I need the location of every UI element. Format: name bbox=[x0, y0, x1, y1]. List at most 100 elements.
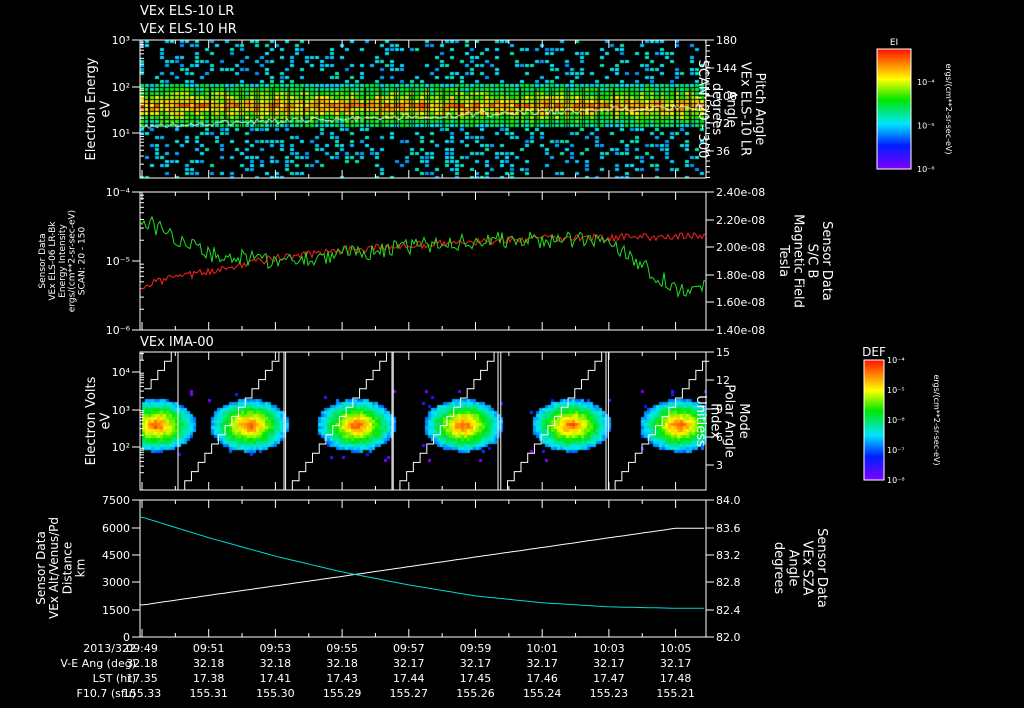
time-row-value: 32.17 bbox=[660, 657, 692, 670]
right-y-tick-label: 1.60e-08 bbox=[716, 296, 765, 309]
right-y-tick-label: 2.20e-08 bbox=[716, 214, 765, 227]
y-tick-label: 10⁴ bbox=[112, 366, 131, 379]
sza-line bbox=[139, 516, 704, 609]
time-row-value: 32.18 bbox=[326, 657, 358, 670]
plot-figure: VEx ELS-10 LR VEx ELS-10 HR VEx IMA-00 1… bbox=[34, 4, 953, 700]
right-y-tick-label: 2.00e-08 bbox=[716, 241, 765, 254]
y-tick-label: 10² bbox=[112, 81, 130, 94]
y-tick-label: 10¹ bbox=[112, 127, 130, 140]
panel3-ylabel: Electron VoltseV bbox=[84, 376, 113, 465]
time-row-value: 32.17 bbox=[393, 657, 425, 670]
panel-4-frame bbox=[139, 499, 707, 638]
time-row-value: 09:59 bbox=[460, 642, 492, 655]
time-row-value: 32.17 bbox=[593, 657, 625, 670]
altitude-line bbox=[139, 527, 704, 606]
panel-2-frame bbox=[139, 191, 707, 331]
colorbar-tick-label: 10⁻⁸ bbox=[887, 476, 905, 485]
time-row-value: 155.26 bbox=[456, 687, 495, 700]
colorbar-tick-label: 10⁻⁶ bbox=[887, 416, 905, 425]
magnetic-field-line bbox=[139, 215, 707, 299]
time-row-value: 155.24 bbox=[523, 687, 562, 700]
time-row-value: 09:57 bbox=[393, 642, 425, 655]
panel4-ylabel: Sensor DataVEx Alt/Venus/PdDistancekm bbox=[34, 517, 88, 619]
right-y-tick-label: 1.40e-08 bbox=[716, 324, 765, 337]
y-tick-label: 10⁻⁵ bbox=[106, 255, 130, 268]
panel-3-frame bbox=[139, 351, 707, 491]
colorbar-frame bbox=[863, 359, 885, 481]
y-tick-label: 1500 bbox=[102, 604, 130, 617]
right-y-tick-label: 82.8 bbox=[716, 576, 741, 589]
y-tick-label: 10⁻⁶ bbox=[106, 324, 131, 337]
time-row-value: 32.17 bbox=[526, 657, 558, 670]
time-row-value: 17.47 bbox=[593, 672, 625, 685]
time-row-value: 17.43 bbox=[326, 672, 358, 685]
panel2-ylabel: Sensor DataVEx ELS-06 LR-BkEnergy Intens… bbox=[38, 210, 88, 312]
y-tick-label: 3000 bbox=[102, 576, 130, 589]
colorbar-frame bbox=[876, 48, 912, 170]
right-y-tick-label: 144 bbox=[716, 62, 737, 75]
time-row-value: 32.17 bbox=[460, 657, 492, 670]
time-row-value: 09:51 bbox=[193, 642, 225, 655]
time-row-value: 155.23 bbox=[590, 687, 629, 700]
right-y-tick-label: 82.4 bbox=[716, 604, 741, 617]
colorbar-units: ergs/(cm**2-sr-sec-eV) bbox=[944, 63, 953, 154]
time-row-value: 09:53 bbox=[260, 642, 292, 655]
time-row-value: 155.30 bbox=[256, 687, 295, 700]
y-tick-label: 6000 bbox=[102, 522, 130, 535]
right-y-tick-label: 180 bbox=[716, 34, 737, 47]
y-tick-label: 10² bbox=[112, 441, 130, 454]
y-tick-label: 7500 bbox=[102, 494, 130, 507]
panel1-ylabel: Electron EnergyeV bbox=[84, 57, 113, 160]
y-tick-label: 10⁻⁴ bbox=[106, 186, 131, 199]
time-row-value: 09:49 bbox=[126, 642, 158, 655]
time-row-value: 17.38 bbox=[193, 672, 225, 685]
colorbar-tick-label: 10⁻⁵ bbox=[917, 122, 935, 131]
time-row-value: 17.44 bbox=[393, 672, 425, 685]
time-row-value: 155.29 bbox=[323, 687, 362, 700]
panel2-right-ylabel: Sensor DataS/C BMagnetic FieldTesla bbox=[776, 214, 834, 308]
right-y-tick-label: 84.0 bbox=[716, 494, 741, 507]
time-row-value: 32.18 bbox=[260, 657, 292, 670]
time-row-value: 155.27 bbox=[390, 687, 429, 700]
panel3-title: VEx IMA-00 bbox=[140, 335, 214, 350]
colorbar-units: ergs/(cm**2-sr-sec-eV) bbox=[932, 374, 941, 465]
panel4-right-ylabel: Sensor DataVEx SZAAngledegrees bbox=[771, 528, 829, 608]
right-y-tick-label: 82.0 bbox=[716, 631, 741, 644]
panel1-title-hr: VEx ELS-10 HR bbox=[140, 22, 237, 37]
time-row-value: 17.41 bbox=[260, 672, 292, 685]
time-row-value: 17.35 bbox=[126, 672, 158, 685]
time-row-value: 17.45 bbox=[460, 672, 492, 685]
right-y-tick-label: 15 bbox=[716, 346, 730, 359]
colorbar-tick-label: 10⁻⁷ bbox=[887, 446, 905, 455]
panel-1-frame bbox=[139, 39, 707, 179]
colorbar-title: DEF bbox=[862, 345, 886, 359]
colorbar-tick-label: 10⁻⁴ bbox=[887, 356, 905, 365]
time-row-label: V-E Ang (deg) bbox=[60, 657, 136, 670]
time-row-value: 32.18 bbox=[193, 657, 225, 670]
colorbar-tick-label: 10⁻⁴ bbox=[917, 78, 935, 87]
time-row-value: 17.46 bbox=[526, 672, 558, 685]
colorbar-tick-label: 10⁻⁵ bbox=[887, 386, 905, 395]
colorbar-tick-label: 10⁻⁶ bbox=[917, 165, 935, 174]
y-tick-label: 10³ bbox=[112, 34, 130, 47]
y-tick-label: 10³ bbox=[112, 404, 130, 417]
time-row-value: 155.33 bbox=[123, 687, 162, 700]
right-y-tick-label: 3 bbox=[716, 459, 723, 472]
time-row-value: 10:03 bbox=[593, 642, 625, 655]
panel1-title-lr: VEx ELS-10 LR bbox=[140, 4, 234, 19]
polar-angle-index-line bbox=[144, 351, 710, 491]
right-y-tick-label: 1.80e-08 bbox=[716, 269, 765, 282]
right-y-tick-label: 36 bbox=[716, 145, 730, 158]
y-tick-label: 4500 bbox=[102, 549, 130, 562]
colorbar-title: EI bbox=[890, 38, 898, 48]
time-row-value: 32.18 bbox=[126, 657, 158, 670]
time-row-value: 10:01 bbox=[526, 642, 558, 655]
panel3-right-ylabel: ModePolar AngleIndexUnitless bbox=[693, 384, 751, 457]
time-row-value: 155.31 bbox=[189, 687, 228, 700]
time-row-value: 17.48 bbox=[660, 672, 692, 685]
time-row-value: 10:05 bbox=[660, 642, 692, 655]
right-y-tick-label: 83.6 bbox=[716, 522, 741, 535]
right-y-tick-label: 83.2 bbox=[716, 549, 741, 562]
time-row-value: 155.21 bbox=[656, 687, 695, 700]
time-row-value: 09:55 bbox=[326, 642, 358, 655]
